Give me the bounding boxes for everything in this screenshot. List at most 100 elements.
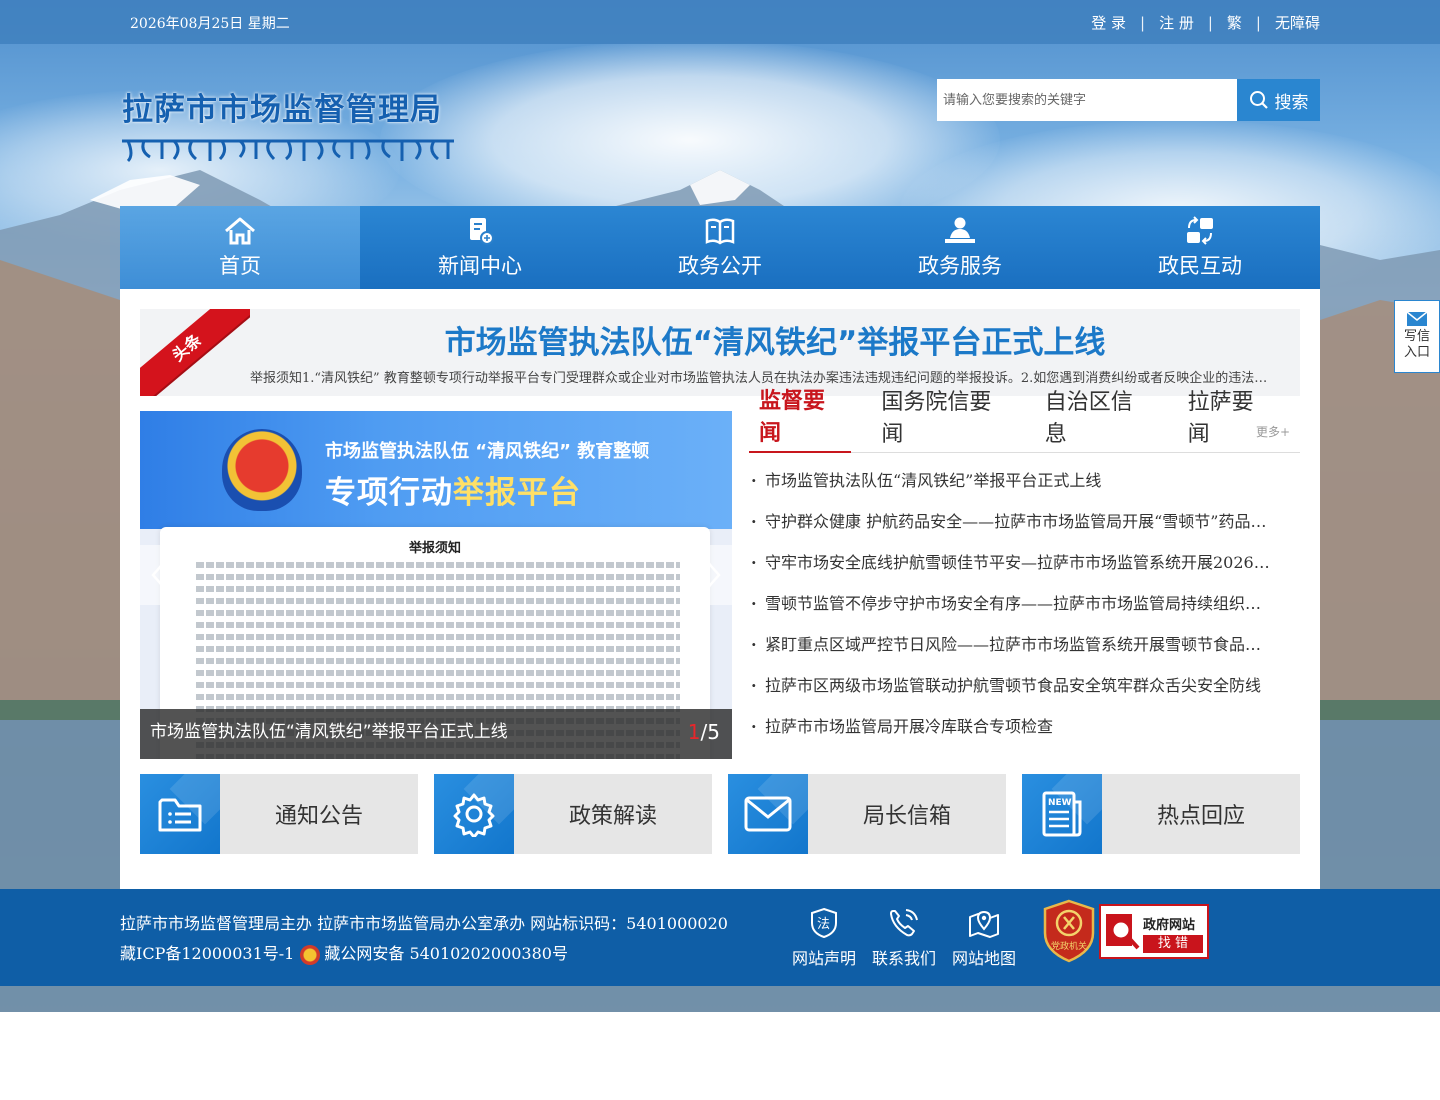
main-nav: 首页 新闻中心 政务公开 政务服务 政民互动: [120, 206, 1320, 289]
search-box: 搜索: [937, 79, 1320, 121]
map-pin-icon: [969, 910, 999, 938]
chevron-right-icon: [704, 558, 721, 592]
service-person-icon: [945, 217, 975, 243]
slide-banner-line2b: 举报平台: [453, 475, 581, 511]
law-shield-icon: 法: [811, 907, 837, 939]
quick-label: 政策解读: [568, 804, 657, 829]
nav-item-home[interactable]: 首页: [120, 206, 360, 289]
accessibility-link[interactable]: 无障碍: [1275, 12, 1320, 33]
slide-caption[interactable]: 市场监管执法队伍“清风铁纪”举报平台正式上线 1/5: [140, 709, 732, 759]
contact-us-link[interactable]: 联系我们: [872, 907, 936, 969]
tab-region-info[interactable]: 自治区信息: [1035, 384, 1158, 452]
newspaper-icon: NEW: [1042, 791, 1082, 837]
svg-text:NEW: NEW: [1048, 798, 1072, 808]
separator: |: [1140, 13, 1146, 32]
nav-item-label: 政务公开: [678, 253, 762, 278]
document-text-line: [196, 598, 680, 604]
top-bar: 2026年08月25日 星期二 登 录 | 注 册 | 繁 | 无障碍: [0, 0, 1440, 44]
document-text-line: [196, 586, 680, 592]
headline-title[interactable]: 市场监管执法队伍“清风铁纪”举报平台正式上线: [140, 317, 1300, 362]
site-footer: 拉萨市市场监督管理局主办 拉萨市市场监管局办公室承办 网站标识码：5401000…: [0, 889, 1440, 986]
register-link[interactable]: 注 册: [1159, 12, 1194, 33]
party-badge-text: 党政机关: [1051, 940, 1087, 952]
magnifier-icon: [1106, 914, 1140, 950]
nav-item-gov-services[interactable]: 政务服务: [840, 206, 1080, 289]
quick-mailbox-button[interactable]: 局长信箱: [728, 774, 1006, 854]
news-item[interactable]: 紧盯重点区域严控节日风险——拉萨市市场监管系统开展雪顿节食品…: [749, 635, 1279, 676]
image-slider[interactable]: 市场监管执法队伍 “清风铁纪” 教育整顿 专项行动举报平台 举报须知 市场监管执…: [140, 411, 732, 759]
write-letter-entry[interactable]: 写信 入口: [1394, 300, 1440, 373]
mail-icon: [744, 796, 792, 832]
phone-icon: [890, 909, 918, 937]
icp-record-link[interactable]: 藏ICP备12000031号-1: [120, 944, 294, 963]
slide-banner-line2a: 专项行动: [325, 475, 453, 511]
news-item[interactable]: 拉萨市区两级市场监管联动护航雪顿节食品安全筑牢群众舌尖安全防线: [749, 676, 1279, 717]
login-link[interactable]: 登 录: [1091, 12, 1126, 33]
quick-hotspot-button[interactable]: NEW 热点回应: [1022, 774, 1300, 854]
quick-icon-box: [728, 774, 808, 854]
news-doc-icon: [470, 217, 494, 245]
traditional-chinese-link[interactable]: 繁: [1227, 12, 1242, 33]
gov-site-error-report-button[interactable]: 政府网站 找 错: [1099, 904, 1209, 959]
write-letter-label1: 写信: [1403, 329, 1430, 344]
slide-banner-line1: 市场监管执法队伍 “清风铁纪” 教育整顿: [325, 441, 650, 462]
slide-document-title: 举报须知: [408, 541, 461, 556]
slider-next-button[interactable]: [692, 545, 732, 605]
news-panel: 监督要闻 国务院信要闻 自治区信息 拉萨要闻 更多+ 市场监管执法队伍“清风铁纪…: [749, 389, 1300, 759]
search-button[interactable]: 搜索: [1237, 79, 1320, 121]
site-logo[interactable]: 拉萨市市场监督管理局: [122, 84, 454, 171]
public-security-record-link[interactable]: 藏公网安备 54010202000380号: [324, 944, 568, 963]
main-content: 头条 市场监管执法队伍“清风铁纪”举报平台正式上线 举报须知1.“清风铁纪” 教…: [120, 289, 1320, 889]
quick-links: 通知公告 政策解读 局长信箱 NEW 热点回应: [140, 774, 1300, 854]
tab-supervision-news[interactable]: 监督要闻: [749, 383, 852, 453]
news-item[interactable]: 守护群众健康 护航药品安全——拉萨市市场监管局开展“雪顿节”药品…: [749, 512, 1279, 553]
document-text-line: [196, 646, 680, 652]
quick-icon-box: [140, 774, 220, 854]
gear-icon: [453, 793, 495, 837]
news-list: 市场监管执法队伍“清风铁纪”举报平台正式上线 守护群众健康 护航药品安全——拉萨…: [749, 471, 1300, 758]
slider-prev-button[interactable]: [140, 545, 180, 605]
quick-policy-button[interactable]: 政策解读: [434, 774, 712, 854]
site-statement-link[interactable]: 法 网站声明: [792, 907, 856, 969]
search-input[interactable]: [937, 79, 1237, 121]
nav-item-interaction[interactable]: 政民互动: [1080, 206, 1320, 289]
footer-sponsor-line: 拉萨市市场监督管理局主办 拉萨市市场监管局办公室承办 网站标识码：5401000…: [120, 914, 728, 933]
document-text-line: [196, 694, 680, 700]
document-text-line: [196, 682, 680, 688]
nav-item-news[interactable]: 新闻中心: [360, 206, 600, 289]
news-item[interactable]: 雪顿节监管不停步守护市场安全有序——拉萨市市场监管局持续组织…: [749, 594, 1279, 635]
nav-item-label: 新闻中心: [438, 253, 522, 278]
nav-item-label: 政务服务: [918, 253, 1002, 278]
site-map-link[interactable]: 网站地图: [952, 907, 1016, 969]
tab-lhasa-news[interactable]: 拉萨要闻: [1178, 384, 1280, 452]
news-item[interactable]: 守牢市场安全底线护航雪顿佳节平安—拉萨市市场监管系统开展2026…: [749, 553, 1279, 594]
footer-link-label: 网站声明: [792, 949, 857, 968]
envelope-icon: [1406, 311, 1428, 326]
police-badge-icon: [300, 944, 321, 965]
tibetan-script-logo: [122, 139, 454, 163]
news-item[interactable]: 市场监管执法队伍“清风铁纪”举报平台正式上线: [749, 471, 1279, 512]
chevron-left-icon: [151, 558, 168, 592]
footer-links: 法 网站声明 联系我们 网站地图: [792, 907, 1016, 969]
party-gov-badge-icon[interactable]: 党政机关: [1042, 899, 1096, 963]
nav-item-gov-affairs[interactable]: 政务公开: [600, 206, 840, 289]
search-icon: [1249, 91, 1268, 109]
tab-state-council-news[interactable]: 国务院信要闻: [871, 384, 1014, 452]
nav-item-label: 首页: [219, 253, 261, 278]
news-item[interactable]: 拉萨市市场监管局开展冷库联合专项检查: [749, 717, 1279, 758]
document-text-line: [196, 658, 680, 664]
document-text-line: [196, 610, 680, 616]
write-letter-label2: 入口: [1403, 345, 1430, 360]
headline-banner[interactable]: 头条 市场监管执法队伍“清风铁纪”举报平台正式上线 举报须知1.“清风铁纪” 教…: [140, 309, 1300, 396]
document-text-line: [196, 574, 680, 580]
more-link[interactable]: 更多+: [1256, 423, 1290, 440]
quick-notice-button[interactable]: 通知公告: [140, 774, 418, 854]
quick-label: 通知公告: [274, 804, 363, 829]
nav-item-label: 政民互动: [1158, 253, 1242, 278]
footer-link-label: 联系我们: [872, 949, 937, 968]
footer-info: 拉萨市市场监督管理局主办 拉萨市市场监管局办公室承办 网站标识码：5401000…: [120, 909, 728, 969]
separator: |: [1255, 13, 1261, 32]
error-report-line1: 政府网站: [1143, 918, 1196, 933]
book-icon: [705, 217, 735, 245]
svg-text:法: 法: [817, 917, 830, 932]
